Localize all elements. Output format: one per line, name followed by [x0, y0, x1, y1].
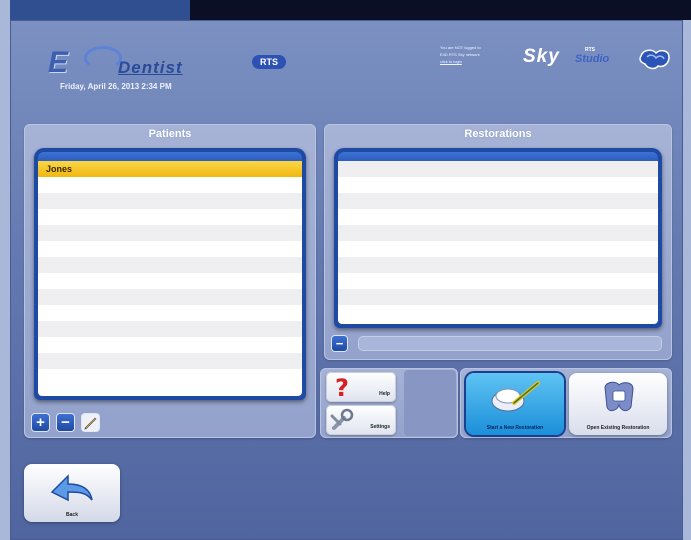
help-label: Help — [379, 391, 390, 397]
network-status-line: E4D RTS Sky network — [440, 52, 480, 57]
back-button[interactable]: Back — [24, 464, 120, 522]
list-item[interactable] — [38, 369, 302, 385]
network-status-line: You are NOT logged to — [440, 45, 481, 50]
blank-slot — [404, 370, 456, 436]
remove-restoration-button[interactable]: − — [332, 336, 347, 351]
list-item[interactable] — [338, 225, 658, 241]
patients-list[interactable]: Jones — [38, 161, 302, 396]
restorations-list-header — [338, 152, 658, 161]
list-item[interactable] — [38, 241, 302, 257]
restorations-list[interactable] — [338, 161, 658, 324]
logo-word: Dentist — [118, 58, 183, 77]
edit-patient-button[interactable] — [82, 414, 99, 431]
list-item[interactable] — [338, 289, 658, 305]
list-item[interactable] — [38, 305, 302, 321]
network-status-line: click to login — [440, 59, 462, 64]
current-datetime: Friday, April 26, 2013 2:34 PM — [60, 82, 172, 91]
app-logo: E Dentist — [48, 44, 248, 80]
list-item[interactable] — [338, 257, 658, 273]
list-item[interactable] — [38, 321, 302, 337]
pencil-icon — [84, 417, 97, 430]
svg-text:?: ? — [335, 374, 349, 400]
logo-badge: RTS — [252, 55, 286, 69]
list-item[interactable] — [38, 289, 302, 305]
list-item[interactable] — [338, 305, 658, 321]
list-item[interactable]: Jones — [38, 161, 302, 177]
list-item[interactable] — [338, 193, 658, 209]
add-patient-button[interactable]: + — [32, 414, 49, 431]
title-bar-tab — [10, 0, 190, 20]
network-status-link[interactable]: You are NOT logged to E4D RTS Sky networ… — [440, 44, 516, 65]
settings-label: Settings — [370, 424, 390, 430]
list-item[interactable] — [338, 273, 658, 289]
tooth-icon — [639, 49, 670, 70]
list-item[interactable] — [338, 209, 658, 225]
restorations-panel: Restorations − — [324, 124, 672, 360]
back-arrow-icon — [50, 474, 93, 502]
restorations-list-frame — [334, 148, 662, 328]
settings-button[interactable]: Settings — [326, 405, 396, 435]
wrench-icon — [330, 408, 354, 430]
logo-letter: E — [48, 46, 70, 79]
question-mark-icon: ? — [335, 374, 349, 400]
open-existing-restoration-label: Open Existing Restoration — [586, 425, 650, 431]
open-existing-restoration-button[interactable]: Open Existing Restoration — [569, 373, 667, 435]
list-item[interactable] — [338, 241, 658, 257]
list-item[interactable] — [38, 177, 302, 193]
list-item[interactable] — [38, 353, 302, 369]
patients-list-frame: Jones — [34, 148, 306, 400]
restorations-title: Restorations — [464, 128, 532, 140]
logo-swoosh-icon — [84, 46, 122, 70]
list-item[interactable] — [338, 177, 658, 193]
start-new-restoration-label: Start a New Restoration — [486, 425, 544, 431]
restoration-info-bar — [358, 336, 662, 351]
patients-panel: Patients Jones + − — [24, 124, 316, 438]
existing-restoration-icon — [604, 381, 634, 412]
start-new-restoration-button[interactable]: Start a New Restoration — [466, 373, 564, 435]
list-item[interactable] — [38, 337, 302, 353]
list-item[interactable] — [38, 225, 302, 241]
list-item[interactable] — [38, 209, 302, 225]
patients-title: Patients — [148, 128, 192, 140]
help-button[interactable]: ? Help — [326, 372, 396, 402]
sky-logo: Sky — [523, 46, 560, 67]
new-restoration-icon — [491, 381, 540, 412]
list-item[interactable] — [338, 161, 658, 177]
studio-logo: Studio — [575, 53, 610, 65]
list-item[interactable] — [38, 257, 302, 273]
back-label: Back — [66, 512, 78, 518]
patients-list-header — [38, 152, 302, 161]
remove-patient-button[interactable]: − — [57, 414, 74, 431]
list-item[interactable] — [38, 273, 302, 289]
list-item[interactable] — [38, 193, 302, 209]
